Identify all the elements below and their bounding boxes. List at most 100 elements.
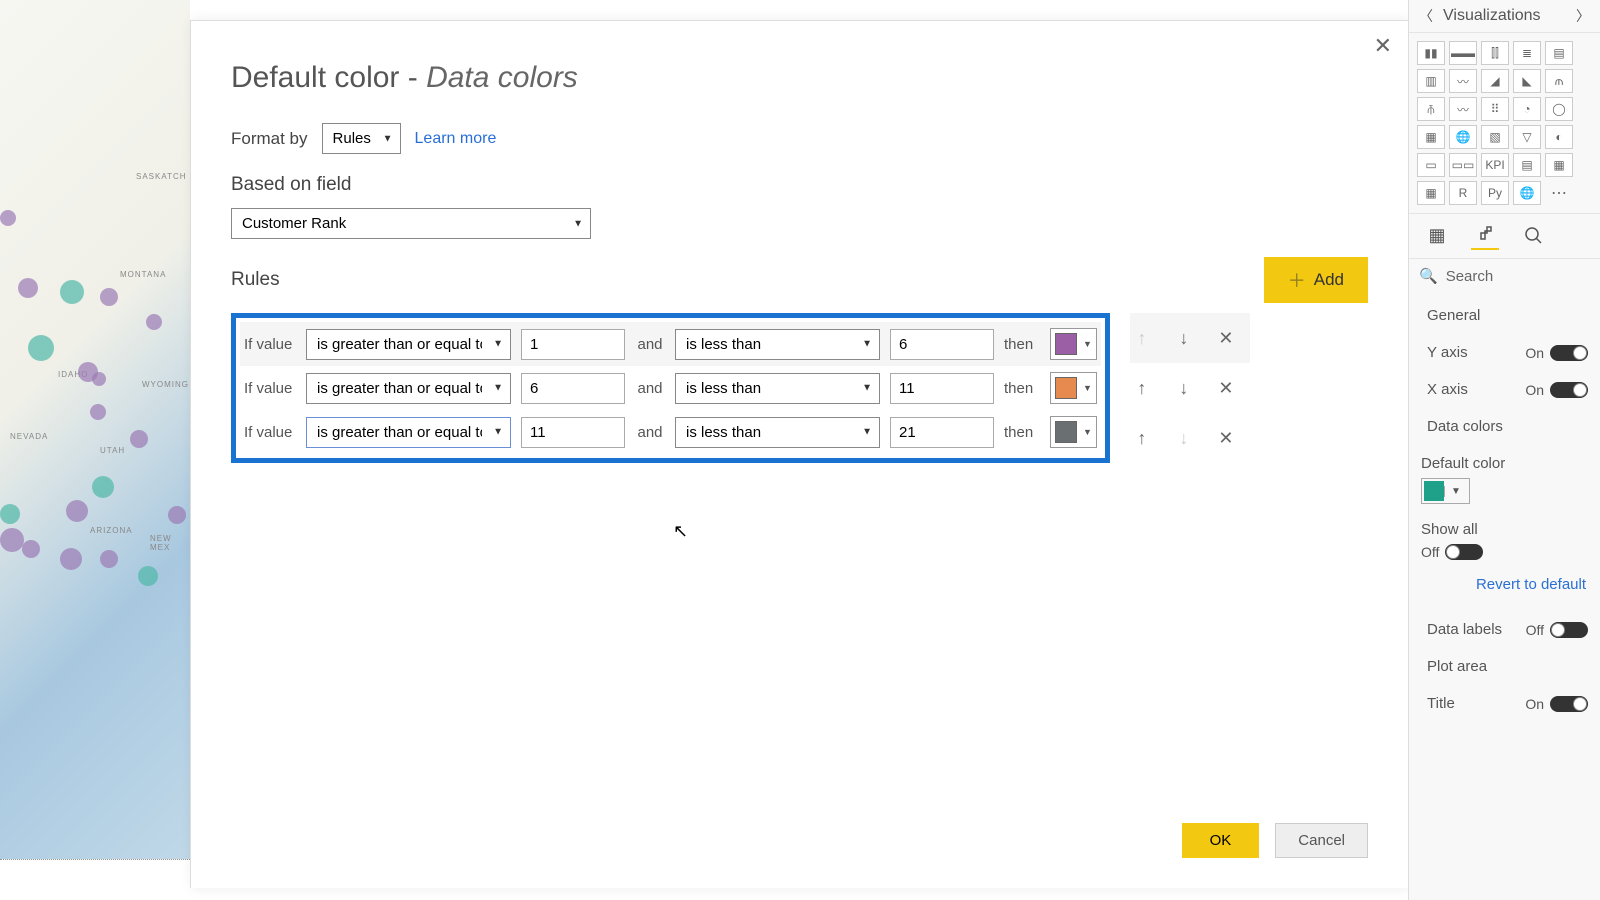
analytics-tab[interactable] — [1519, 222, 1547, 250]
pane-forward-button[interactable]: 〉 — [1572, 4, 1594, 28]
format-tab[interactable] — [1471, 222, 1499, 250]
rule-value-1-input[interactable] — [521, 373, 625, 404]
show-all-label: Show all — [1421, 521, 1588, 538]
rule-operator-1-select[interactable]: is greater than or equal to — [306, 329, 511, 360]
rule-move-up-button[interactable]: ↑ — [1130, 428, 1154, 449]
learn-more-link[interactable]: Learn more — [415, 130, 497, 148]
map-label: NEW MEX — [150, 534, 190, 552]
viz-type-r-visual[interactable]: R — [1449, 181, 1477, 205]
rule-delete-button[interactable]: ✕ — [1214, 328, 1238, 349]
rule-move-down-button: ↓ — [1172, 428, 1196, 449]
viz-type-table[interactable]: ▦ — [1545, 153, 1573, 177]
add-rule-button[interactable]: ＋ Add — [1264, 257, 1368, 303]
format-by-select[interactable]: Rules — [322, 123, 401, 154]
viz-type-line[interactable]: 〰 — [1449, 69, 1477, 93]
viz-type-kpi[interactable]: KPI — [1481, 153, 1509, 177]
rule-row: If value is greater than or equal to and… — [240, 366, 1101, 410]
viz-type-ribbon[interactable]: 〰 — [1449, 97, 1477, 121]
viz-type-clustered-bar-h[interactable]: ≣ — [1513, 41, 1541, 65]
viz-type-multi-card[interactable]: ▭▭ — [1449, 153, 1477, 177]
viz-type-arcgis[interactable]: 🌐 — [1513, 181, 1541, 205]
rule-color-picker[interactable]: ▼ — [1050, 372, 1097, 404]
show-all-toggle[interactable] — [1445, 544, 1483, 560]
format-section-y-axis[interactable]: Y axis On — [1419, 334, 1590, 371]
viz-type-100-stacked[interactable]: ▤ — [1545, 41, 1573, 65]
format-section-general[interactable]: General — [1419, 297, 1590, 334]
rule-color-picker[interactable]: ▼ — [1050, 328, 1097, 360]
default-color-picker[interactable]: ▼ — [1421, 478, 1470, 504]
rule-row: If value is greater than or equal to and… — [240, 322, 1101, 366]
rule-value-2-input[interactable] — [890, 329, 994, 360]
viz-more-button[interactable]: ⋯ — [1545, 181, 1573, 205]
viz-type-gauge[interactable]: ◐ — [1545, 125, 1573, 149]
rule-delete-button[interactable]: ✕ — [1214, 378, 1238, 399]
based-on-field-label: Based on field — [231, 174, 1368, 196]
visualization-gallery: ▮▮▬▬⫿⫿≣▤▥〰◢◣⫙⫚〰⠿◔◯▦🌐▧▽◐▭▭▭KPI▤▦▦RPy🌐⋯ — [1409, 33, 1600, 213]
rule-operator-2-select[interactable]: is less than — [675, 417, 880, 448]
color-swatch-box — [1055, 377, 1077, 399]
viz-type-clustered-bar[interactable]: ⫿⫿ — [1481, 41, 1509, 65]
rule-operator-1-select[interactable]: is greater than or equal to — [306, 417, 511, 448]
viz-type-funnel[interactable]: ▽ — [1513, 125, 1541, 149]
rule-delete-button[interactable]: ✕ — [1214, 428, 1238, 449]
chevron-down-icon: ▼ — [1444, 486, 1467, 497]
viz-type-pie[interactable]: ◔ — [1513, 97, 1541, 121]
rule-operator-1-select[interactable]: is greater than or equal to — [306, 373, 511, 404]
rule-operator-2-select[interactable]: is less than — [675, 329, 880, 360]
rule-value-2-input[interactable] — [890, 373, 994, 404]
dialog-title: Default color - Data colors — [231, 61, 1368, 95]
format-section-data-labels[interactable]: Data labels Off — [1419, 611, 1590, 648]
ok-button[interactable]: OK — [1182, 823, 1260, 858]
revert-to-default-link[interactable]: Revert to default — [1409, 570, 1600, 607]
y-axis-toggle[interactable] — [1550, 345, 1588, 361]
then-label: then — [1004, 336, 1040, 353]
viz-type-line-bar[interactable]: ⫙ — [1545, 69, 1573, 93]
format-section-x-axis[interactable]: X axis On — [1419, 371, 1590, 408]
viz-type-treemap[interactable]: ▦ — [1417, 125, 1445, 149]
format-section-title[interactable]: Title On — [1419, 685, 1590, 722]
viz-type-stacked-area[interactable]: ◣ — [1513, 69, 1541, 93]
rule-color-picker[interactable]: ▼ — [1050, 416, 1097, 448]
fields-tab[interactable]: ▦ — [1423, 222, 1451, 250]
rule-row: If value is greater than or equal to and… — [240, 410, 1101, 454]
viz-type-map[interactable]: 🌐 — [1449, 125, 1477, 149]
rule-value-2-input[interactable] — [890, 417, 994, 448]
chevron-down-icon: ▼ — [1083, 383, 1092, 393]
format-section-data-colors[interactable]: Data colors — [1419, 408, 1590, 445]
viz-type-card[interactable]: ▭ — [1417, 153, 1445, 177]
mouse-cursor-icon: ↖ — [673, 521, 688, 542]
format-by-label: Format by — [231, 129, 308, 149]
viz-type-stacked-bar-h[interactable]: ▬▬ — [1449, 41, 1477, 65]
viz-type-donut[interactable]: ◯ — [1545, 97, 1573, 121]
map-label: ARIZONA — [90, 526, 133, 535]
viz-type-matrix[interactable]: ▦ — [1417, 181, 1445, 205]
viz-type-100-stacked-h[interactable]: ▥ — [1417, 69, 1445, 93]
rule-value-1-input[interactable] — [521, 417, 625, 448]
format-search[interactable]: 🔍 Search — [1409, 259, 1600, 293]
rule-move-up-button[interactable]: ↑ — [1130, 378, 1154, 399]
rule-move-down-button[interactable]: ↓ — [1172, 378, 1196, 399]
viz-type-stacked-bar[interactable]: ▮▮ — [1417, 41, 1445, 65]
map-label: MONTANA — [120, 270, 166, 279]
if-value-label: If value — [244, 380, 296, 397]
viz-type-filled-map[interactable]: ▧ — [1481, 125, 1509, 149]
conditional-formatting-dialog: ✕ Default color - Data colors Format by … — [190, 20, 1408, 888]
viz-type-scatter[interactable]: ⠿ — [1481, 97, 1509, 121]
rule-operator-2-select[interactable]: is less than — [675, 373, 880, 404]
then-label: then — [1004, 424, 1040, 441]
rule-move-up-button: ↑ — [1130, 328, 1154, 349]
x-axis-toggle[interactable] — [1550, 382, 1588, 398]
viz-type-py-visual[interactable]: Py — [1481, 181, 1509, 205]
rule-move-down-button[interactable]: ↓ — [1172, 328, 1196, 349]
based-on-field-select[interactable]: Customer Rank — [231, 208, 591, 239]
rule-value-1-input[interactable] — [521, 329, 625, 360]
title-toggle[interactable] — [1550, 696, 1588, 712]
viz-type-slicer[interactable]: ▤ — [1513, 153, 1541, 177]
format-section-plot-area[interactable]: Plot area — [1419, 648, 1590, 685]
rules-highlight-box: If value is greater than or equal to and… — [231, 313, 1110, 463]
viz-type-line-col[interactable]: ⫚ — [1417, 97, 1445, 121]
data-labels-toggle[interactable] — [1550, 622, 1588, 638]
cancel-button[interactable]: Cancel — [1275, 823, 1368, 858]
pane-back-button[interactable]: 〈 — [1415, 4, 1437, 28]
viz-type-area[interactable]: ◢ — [1481, 69, 1509, 93]
